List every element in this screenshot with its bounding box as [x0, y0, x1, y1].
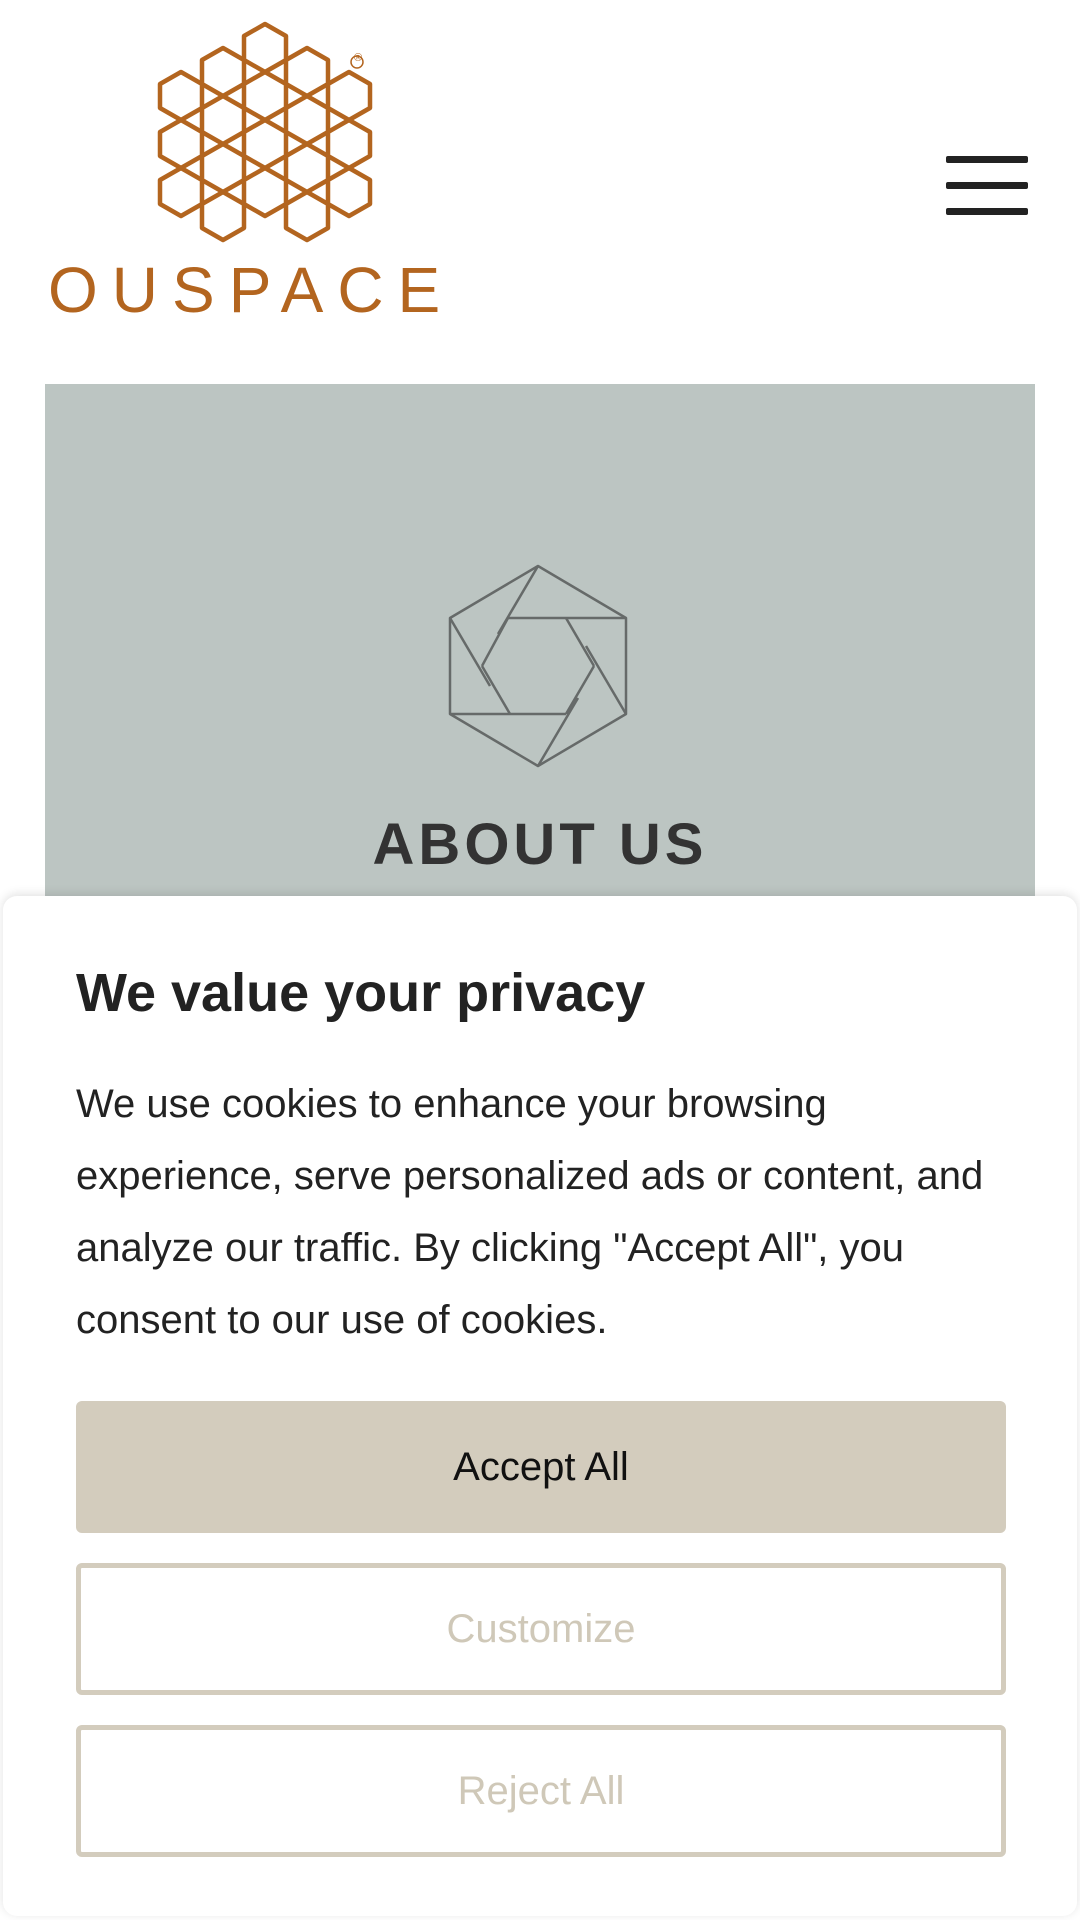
page-title: ABOUT US	[372, 812, 708, 877]
customize-button[interactable]: Customize	[76, 1563, 1006, 1695]
hamburger-menu-icon	[946, 156, 1028, 215]
registered-mark: ®	[354, 52, 363, 64]
hexagon-aperture-icon	[448, 564, 628, 768]
consent-title: We value your privacy	[76, 963, 646, 1023]
honeycomb-logo-icon	[157, 21, 373, 243]
menu-button[interactable]	[946, 156, 1028, 226]
ouspace-logo[interactable]: ® OUSPACE	[48, 8, 448, 328]
consent-description: We use cookies to enhance your browsing …	[76, 1082, 984, 1342]
reject-all-button[interactable]: Reject All	[76, 1725, 1006, 1857]
logo-wordmark: OUSPACE	[48, 254, 455, 326]
accept-all-button[interactable]: Accept All	[76, 1401, 1006, 1533]
site-header: ® OUSPACE	[0, 0, 1080, 384]
cookie-consent-dialog: We value your privacy We use cookies to …	[3, 896, 1077, 1916]
about-us-hero: ABOUT US	[45, 384, 1035, 904]
